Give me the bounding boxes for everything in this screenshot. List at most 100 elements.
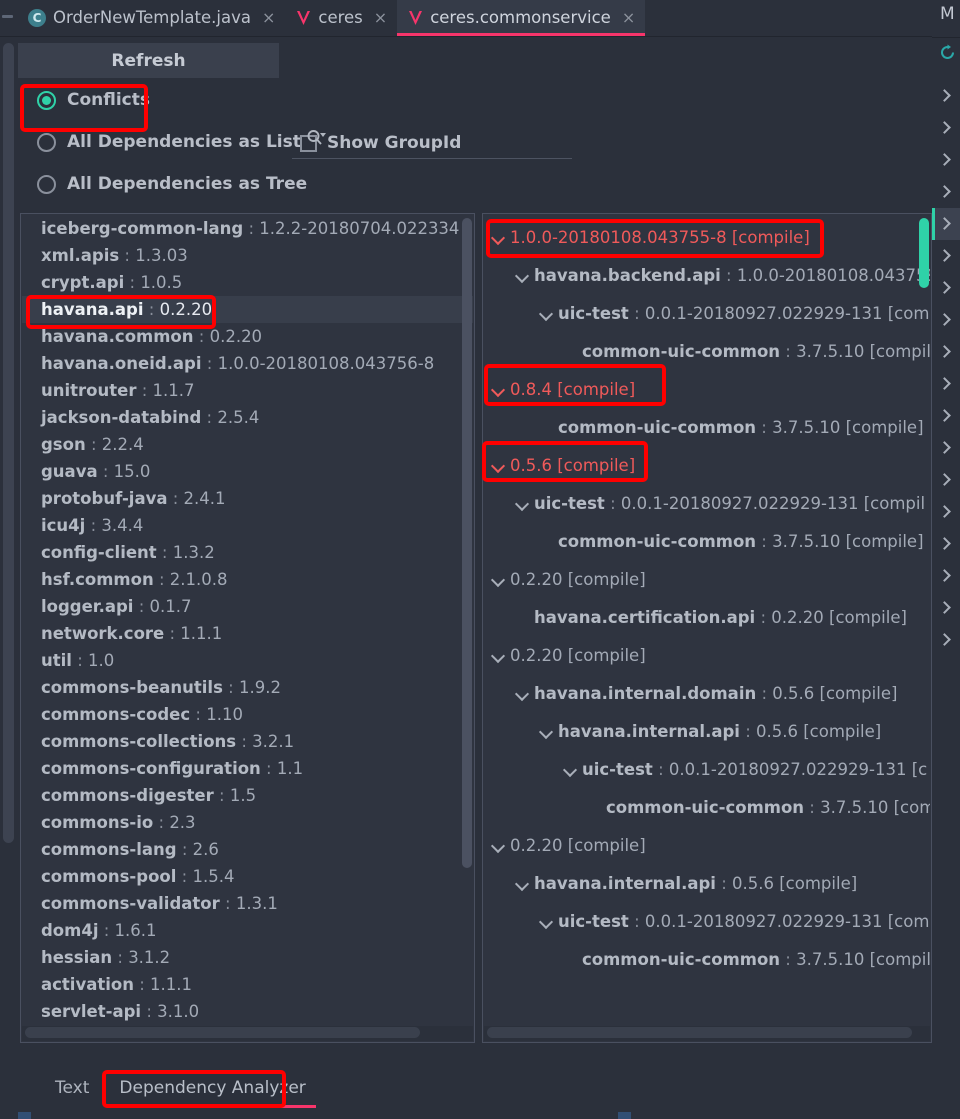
maven-tree-row[interactable] <box>932 432 960 464</box>
chevron-right-icon[interactable] <box>940 505 949 519</box>
list-item[interactable]: protobuf-java : 2.4.1 <box>22 485 473 512</box>
editor-tab-ceres[interactable]: ceres × <box>285 0 397 36</box>
chevron-right-icon[interactable] <box>940 441 949 455</box>
tree-row[interactable]: uic-test : 0.0.1-20180927.022929-131 [c <box>484 751 930 789</box>
tree-row[interactable]: uic-test : 0.0.1-20180927.022929-131 [co… <box>484 903 930 941</box>
list-item[interactable]: havana.api : 0.2.20 <box>22 296 473 323</box>
chevron-down-icon[interactable] <box>564 764 577 777</box>
list-item[interactable]: servlet-api : 3.1.0 <box>22 998 473 1025</box>
tree-row[interactable]: havana.certification.api : 0.2.20 [compi… <box>484 599 930 637</box>
maven-tree-row[interactable] <box>932 112 960 144</box>
list-item[interactable]: icu4j : 3.4.4 <box>22 512 473 539</box>
chevron-down-icon[interactable] <box>540 726 553 739</box>
radio-all-dependencies-as-list[interactable]: All Dependencies as List <box>37 132 301 152</box>
maven-tree-row[interactable] <box>932 560 960 592</box>
chevron-right-icon[interactable] <box>940 249 949 263</box>
list-item[interactable]: activation : 1.1.1 <box>22 971 473 998</box>
list-item[interactable]: commons-codec : 1.10 <box>22 701 473 728</box>
search-input[interactable] <box>336 125 566 155</box>
chevron-right-icon[interactable] <box>940 89 949 103</box>
list-item[interactable]: logger.api : 0.1.7 <box>22 593 473 620</box>
chevron-down-icon[interactable] <box>516 270 529 283</box>
chevron-right-icon[interactable] <box>940 345 949 359</box>
chevron-right-icon[interactable] <box>940 281 949 295</box>
list-item[interactable]: jackson-databind : 2.5.4 <box>22 404 473 431</box>
list-item[interactable]: commons-lang : 2.6 <box>22 836 473 863</box>
tree-row[interactable]: uic-test : 0.0.1-20180927.022929-131 [co… <box>484 485 930 523</box>
chevron-right-icon[interactable] <box>940 473 949 487</box>
chevron-right-icon[interactable] <box>940 569 949 583</box>
tree-row[interactable]: havana.internal.domain : 0.5.6 [compile] <box>484 675 930 713</box>
close-icon[interactable]: × <box>622 9 635 26</box>
dependency-tree-hscroll-track[interactable] <box>484 1026 930 1041</box>
list-item[interactable]: hsf.common : 2.1.0.8 <box>22 566 473 593</box>
close-icon[interactable]: × <box>374 9 387 26</box>
list-item[interactable]: util : 1.0 <box>22 647 473 674</box>
dependency-list[interactable]: iceberg-common-lang : 1.2.2-20180704.022… <box>22 215 473 1026</box>
editor-tab-ceres-commonservice[interactable]: ceres.commonservice × <box>397 0 646 36</box>
list-item[interactable]: havana.common : 0.2.20 <box>22 323 473 350</box>
chevron-down-icon[interactable] <box>492 232 505 245</box>
radio-indicator[interactable] <box>37 174 56 194</box>
chevron-down-icon[interactable] <box>492 840 505 853</box>
list-item[interactable]: network.core : 1.1.1 <box>22 620 473 647</box>
chevron-down-icon[interactable] <box>540 308 553 321</box>
chevron-down-icon[interactable] <box>516 498 529 511</box>
radio-indicator[interactable] <box>37 90 56 110</box>
tree-row[interactable]: 0.2.20 [compile] <box>484 637 930 675</box>
maven-tree-row[interactable] <box>932 528 960 560</box>
chevron-down-icon[interactable] <box>540 916 553 929</box>
list-item[interactable]: gson : 2.2.4 <box>22 431 473 458</box>
list-item[interactable]: commons-io : 2.3 <box>22 809 473 836</box>
tree-row[interactable]: 0.2.20 [compile] <box>484 827 930 865</box>
maven-tree-row[interactable] <box>932 496 960 528</box>
list-item[interactable]: iceberg-common-lang : 1.2.2-20180704.022… <box>22 215 473 242</box>
list-item[interactable]: havana.oneid.api : 1.0.0-20180108.043756… <box>22 350 473 377</box>
tree-row[interactable]: 0.5.6 [compile] <box>484 447 930 485</box>
list-item[interactable]: commons-pool : 1.5.4 <box>22 863 473 890</box>
maven-tree-row[interactable] <box>932 592 960 624</box>
chevron-right-icon[interactable] <box>940 537 949 551</box>
list-item[interactable]: commons-validator : 1.3.1 <box>22 890 473 917</box>
chevron-down-icon[interactable] <box>492 650 505 663</box>
maven-tree-row[interactable] <box>932 368 960 400</box>
chevron-down-icon[interactable] <box>492 574 505 587</box>
scrollbar-thumb[interactable] <box>487 1027 912 1038</box>
bottom-tab-dependency-analyzer[interactable]: Dependency Analyzer <box>106 1073 318 1108</box>
dependency-list-vscrollbar[interactable] <box>462 218 472 868</box>
refresh-button[interactable]: Refresh <box>18 43 279 78</box>
maven-tree-row[interactable] <box>932 80 960 112</box>
scrollbar-thumb[interactable] <box>3 43 14 843</box>
refresh-icon[interactable] <box>939 44 956 61</box>
editor-vertical-scrollbar[interactable] <box>0 37 18 1119</box>
search-field[interactable] <box>292 123 572 159</box>
list-item[interactable]: commons-collections : 3.2.1 <box>22 728 473 755</box>
maven-tree-row[interactable] <box>932 464 960 496</box>
chevron-right-icon[interactable] <box>940 601 949 615</box>
maven-tree-row[interactable] <box>932 208 960 240</box>
dependency-tree-vscrollbar[interactable] <box>919 218 929 288</box>
tree-row[interactable]: 0.8.4 [compile] <box>484 371 930 409</box>
maven-tree-row[interactable] <box>932 336 960 368</box>
tree-row[interactable]: common-uic-common : 3.7.5.10 [compile] <box>484 409 930 447</box>
list-item[interactable]: commons-digester : 1.5 <box>22 782 473 809</box>
list-item[interactable]: config-client : 1.3.2 <box>22 539 473 566</box>
chevron-down-icon[interactable] <box>492 384 505 397</box>
scrollbar-thumb[interactable] <box>25 1027 420 1038</box>
tree-row[interactable]: common-uic-common : 3.7.5.10 [compile] <box>484 941 930 979</box>
maven-tree-row[interactable] <box>932 400 960 432</box>
tree-row[interactable]: common-uic-common : 3.7.5.10 [compile] <box>484 333 930 371</box>
tree-row[interactable]: 0.2.20 [compile] <box>484 561 930 599</box>
radio-conflicts[interactable]: Conflicts <box>37 90 150 110</box>
tree-row[interactable]: 1.0.0-20180108.043755-8 [compile] <box>484 219 930 257</box>
tree-row[interactable]: common-uic-common : 3.7.5.10 [compile] <box>484 523 930 561</box>
tree-row[interactable]: common-uic-common : 3.7.5.10 [comp <box>484 789 930 827</box>
chevron-right-icon[interactable] <box>940 409 949 423</box>
radio-all-dependencies-as-tree[interactable]: All Dependencies as Tree <box>37 174 307 194</box>
dependency-list-hscroll-track[interactable] <box>22 1026 473 1041</box>
close-icon[interactable]: × <box>262 9 275 26</box>
list-item[interactable]: unitrouter : 1.1.7 <box>22 377 473 404</box>
chevron-right-icon[interactable] <box>940 633 949 647</box>
list-item[interactable]: xml.apis : 1.3.03 <box>22 242 473 269</box>
chevron-right-icon[interactable] <box>940 313 949 327</box>
